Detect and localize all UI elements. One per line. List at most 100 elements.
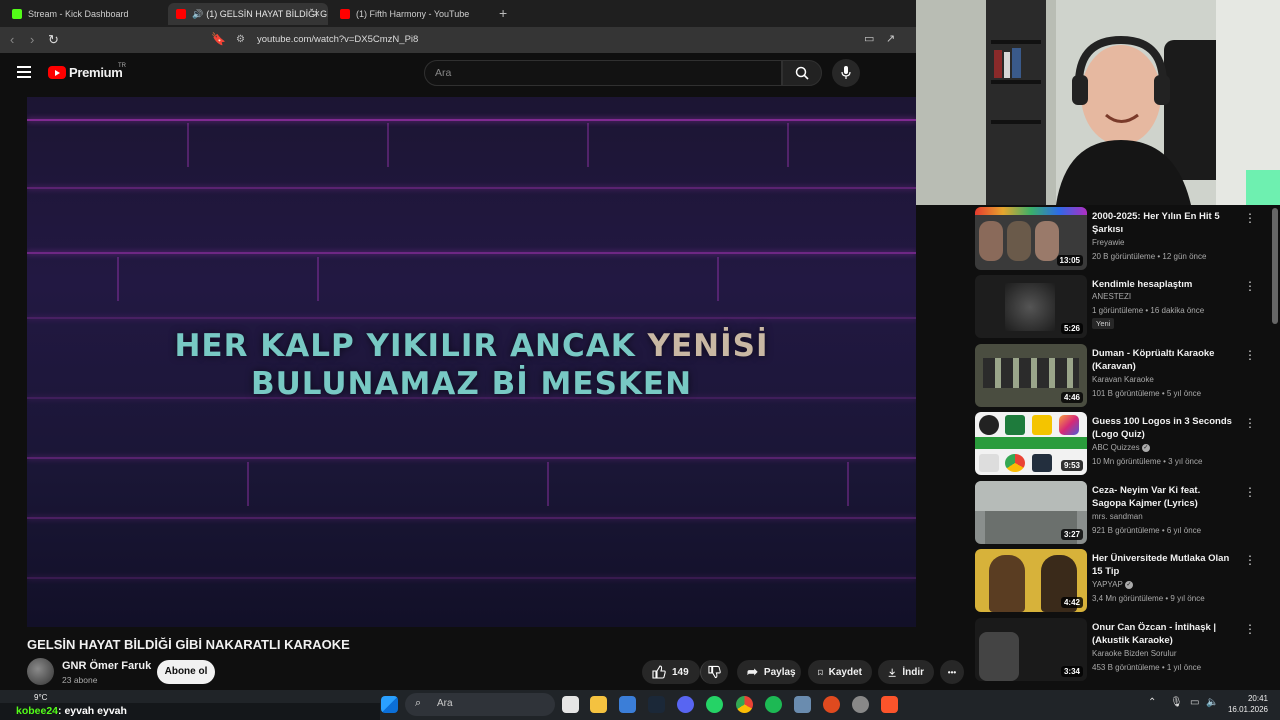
search-input[interactable]: Ara — [424, 60, 782, 86]
more-options-icon[interactable]: ⋮ — [1244, 211, 1256, 225]
recommendation-item[interactable]: 5:26 Kendimle hesaplaştım ANESTEZI 1 gör… — [975, 275, 1275, 339]
share-icon: ➦ — [747, 664, 758, 679]
tray-expand-icon[interactable]: ⌃ — [1148, 697, 1156, 708]
tab-title: Stream - Kick Dashboard — [28, 9, 129, 19]
tab-title: (1) GELSİN HAYAT BİLDİĞİ Gİ — [206, 9, 328, 19]
bookmark-icon[interactable]: 🔖 — [211, 32, 226, 46]
more-actions-button[interactable]: ••• — [940, 660, 964, 684]
voice-search-button[interactable] — [832, 59, 860, 87]
cast-icon[interactable]: ▭ — [864, 32, 874, 45]
audio-playing-icon[interactable]: 🔊 — [192, 9, 203, 20]
spotify-icon[interactable] — [765, 696, 782, 713]
youtube-premium-brand[interactable]: Premium — [69, 65, 123, 80]
video-player[interactable]: HER KALP YIKILIR ANCAK YENİSİ BULUNAMAZ … — [27, 97, 916, 627]
tab-fifth-harmony[interactable]: (1) Fifth Harmony - YouTube — [332, 3, 492, 25]
recommendation-channel[interactable]: ABC Quizzes ✓ — [1092, 443, 1150, 452]
recommendation-channel[interactable]: Karavan Karaoke — [1092, 375, 1154, 384]
recommendation-meta: 453 B görüntüleme • 1 yıl önce — [1092, 663, 1202, 672]
more-options-icon[interactable]: ⋮ — [1244, 348, 1256, 362]
video-thumbnail[interactable]: 4:46 — [975, 344, 1087, 407]
video-thumbnail[interactable]: 13:05 — [975, 207, 1087, 270]
microphone-tray-icon[interactable]: 🎙 — [1170, 697, 1183, 708]
weather-widget[interactable]: 9°C — [34, 693, 47, 702]
recommendation-item[interactable]: 4:46 Duman - Köprüaltı Karaoke (Karavan)… — [975, 344, 1275, 408]
menu-icon[interactable] — [17, 66, 31, 78]
steam-icon[interactable] — [648, 696, 665, 713]
system-clock[interactable]: 20:41 16.01.2026 — [1222, 693, 1268, 715]
sidebar-scrollbar[interactable] — [1272, 208, 1278, 324]
brave-browser-icon[interactable] — [881, 696, 898, 713]
discord-icon[interactable] — [677, 696, 694, 713]
site-settings-icon[interactable]: ⚙ — [236, 34, 245, 45]
video-thumbnail[interactable]: 3:34 — [975, 618, 1087, 681]
tab-youtube-current[interactable]: 🔊 (1) GELSİN HAYAT BİLDİĞİ Gİ × — [168, 3, 328, 25]
recommendation-title[interactable]: Duman - Köprüaltı Karaoke (Karavan) — [1092, 347, 1232, 373]
reload-icon[interactable]: ↻ — [48, 32, 59, 48]
recommendation-item[interactable]: 3:27 Ceza- Neyim Var Ki feat. Sagopa Kaj… — [975, 481, 1275, 545]
recommendation-item[interactable]: 3:34 Onur Can Özcan - İntihaşk | (Akusti… — [975, 618, 1275, 682]
tab-kick-dashboard[interactable]: Stream - Kick Dashboard — [4, 3, 164, 25]
more-options-icon[interactable]: ⋮ — [1244, 279, 1256, 293]
network-icon[interactable]: ▭ — [1190, 697, 1199, 708]
clock-date: 16.01.2026 — [1227, 705, 1268, 714]
more-options-icon[interactable]: ⋮ — [1244, 622, 1256, 636]
obs-like-icon[interactable] — [823, 696, 840, 713]
new-badge: Yeni — [1092, 318, 1115, 329]
subscribe-button[interactable]: Abone ol — [157, 660, 215, 684]
recommendation-title[interactable]: 2000-2025: Her Yılın En Hit 5 Şarkısı — [1092, 210, 1232, 236]
recommendation-item[interactable]: 13:05 2000-2025: Her Yılın En Hit 5 Şark… — [975, 207, 1275, 271]
forward-arrow-icon[interactable]: › — [30, 32, 34, 47]
video-thumbnail[interactable]: 5:26 — [975, 275, 1087, 338]
video-thumbnail[interactable]: 3:27 — [975, 481, 1087, 544]
close-tab-icon[interactable]: × — [314, 8, 320, 20]
video-thumbnail[interactable]: 9:53 — [975, 412, 1087, 475]
thumbs-down-icon — [708, 665, 721, 679]
volume-icon[interactable]: 🔈 — [1206, 697, 1218, 708]
address-bar: ‹ › ↻ 🔖 ⚙ youtube.com/watch?v=DX5CmzN_Pi… — [0, 27, 916, 53]
whatsapp-icon[interactable] — [706, 696, 723, 713]
channel-avatar[interactable] — [27, 658, 54, 685]
taskbar-search[interactable]: Ara — [405, 693, 555, 716]
karaoke-lyrics: HER KALP YIKILIR ANCAK YENİSİ BULUNAMAZ … — [27, 327, 916, 403]
download-button[interactable]: İndir — [878, 660, 934, 684]
recommendation-item[interactable]: 9:53 Guess 100 Logos in 3 Seconds (Logo … — [975, 412, 1275, 476]
recommendation-title[interactable]: Kendimle hesaplaştım — [1092, 278, 1232, 291]
file-explorer-icon[interactable] — [590, 696, 607, 713]
recommendation-meta: 3,4 Mn görüntüleme • 9 yıl önce — [1092, 594, 1205, 603]
recommendation-title[interactable]: Her Üniversitede Mutlaka Olan 15 Tip — [1092, 552, 1232, 578]
lyric-line-2: BULUNAMAZ Bİ MESKEN — [250, 366, 693, 402]
recommendation-item[interactable]: 4:42 Her Üniversitede Mutlaka Olan 15 Ti… — [975, 549, 1275, 613]
app-icon[interactable] — [794, 696, 811, 713]
search-button[interactable] — [782, 60, 822, 86]
download-icon — [888, 668, 896, 677]
more-options-icon[interactable]: ⋮ — [1244, 485, 1256, 499]
recommendation-title[interactable]: Onur Can Özcan - İntihaşk | (Akustik Kar… — [1092, 621, 1232, 647]
video-thumbnail[interactable]: 4:42 — [975, 549, 1087, 612]
recommendation-channel[interactable]: YAPYAP ✓ — [1092, 580, 1133, 589]
like-button[interactable]: 149 — [642, 660, 700, 684]
recommendation-channel[interactable]: Karaoke Bizden Sorulur — [1092, 649, 1177, 658]
kick-favicon-icon — [12, 9, 22, 19]
youtube-logo-icon[interactable] — [48, 66, 66, 79]
recommendation-channel[interactable]: ANESTEZI — [1092, 292, 1131, 301]
recommendation-channel[interactable]: Freyawie — [1092, 238, 1124, 247]
save-button[interactable]: Kaydet — [808, 660, 872, 684]
task-view-icon[interactable] — [562, 696, 579, 713]
recommendation-title[interactable]: Ceza- Neyim Var Ki feat. Sagopa Kajmer (… — [1092, 484, 1232, 510]
verified-icon: ✓ — [1124, 580, 1133, 589]
channel-name[interactable]: GNR Ömer Faruk — [62, 660, 151, 672]
dislike-button[interactable] — [700, 660, 728, 684]
chrome-icon[interactable] — [736, 696, 753, 713]
recommendation-title[interactable]: Guess 100 Logos in 3 Seconds (Logo Quiz) — [1092, 415, 1232, 441]
share-button[interactable]: ➦ Paylaş — [737, 660, 801, 684]
store-icon[interactable] — [619, 696, 636, 713]
recommendation-channel[interactable]: mrs. sandman — [1092, 512, 1143, 521]
new-tab-button[interactable]: + — [499, 5, 507, 21]
url-field[interactable]: youtube.com/watch?v=DX5CmzN_Pi8 — [257, 34, 418, 45]
back-arrow-icon[interactable]: ‹ — [10, 32, 14, 47]
settings-icon[interactable] — [852, 696, 869, 713]
more-options-icon[interactable]: ⋮ — [1244, 416, 1256, 430]
windows-start-icon[interactable] — [381, 696, 398, 713]
more-options-icon[interactable]: ⋮ — [1244, 553, 1256, 567]
share-page-icon[interactable]: ↗ — [886, 32, 895, 45]
